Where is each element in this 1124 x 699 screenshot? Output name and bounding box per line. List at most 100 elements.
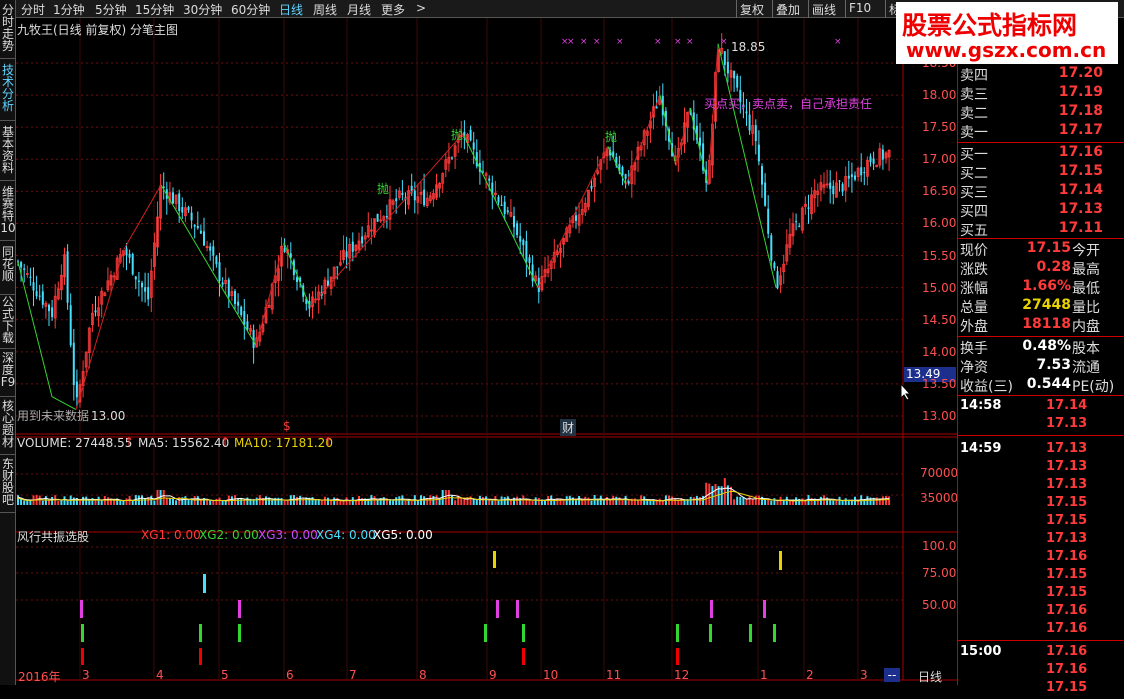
- tick-price: 17.13: [1046, 459, 1088, 474]
- more-arrow-icon[interactable]: >: [416, 1, 426, 15]
- toolbar-button[interactable]: F10: [849, 1, 871, 15]
- period-tab[interactable]: 月线: [347, 1, 371, 18]
- up-arrow-icon: ↑: [124, 435, 135, 449]
- tick-price: 17.15: [1046, 513, 1088, 528]
- watermark-ad: 股票公式指标网 www.gszx.com.cn: [896, 2, 1118, 64]
- svg-text:×: ×: [593, 37, 601, 47]
- period-tab[interactable]: 1分钟: [53, 1, 85, 18]
- tick-row: 14:58 17.14: [958, 398, 1124, 417]
- quote-label: 买四: [960, 204, 988, 220]
- period-tab[interactable]: 30分钟: [183, 1, 222, 18]
- date-tick: 1: [760, 668, 768, 682]
- sidebar-tab[interactable]: 基本资料: [0, 126, 16, 182]
- tick-row: 17.13: [958, 477, 1124, 496]
- sidebar-tab[interactable]: 东财股吧: [0, 458, 16, 514]
- sidebar-tab[interactable]: 同花顺: [0, 246, 16, 296]
- tick-row: 17.13: [958, 416, 1124, 436]
- tick-price: 17.15: [1046, 495, 1088, 510]
- quote-label: 卖一: [960, 125, 988, 141]
- toolbar-button[interactable]: 复权: [740, 1, 764, 18]
- svg-text:×: ×: [834, 37, 842, 47]
- sidebar-separator: [0, 512, 16, 513]
- divider: [958, 640, 1124, 641]
- quote-row: 现价 17.15 今开: [958, 240, 1124, 259]
- indicator-tick: 100.0: [922, 539, 957, 553]
- sidebar-tab[interactable]: 核心题材: [0, 400, 16, 456]
- quote-value: 0.544: [1026, 376, 1071, 392]
- tick-row: 17.13: [958, 459, 1124, 478]
- sidebar-tab[interactable]: 维赛特10: [0, 186, 16, 242]
- indicator-value: XG5: 0.00: [373, 528, 433, 542]
- quote-panel: 卖五卖四17.20卖三17.19卖二17.18卖一17.17买一17.16买二1…: [957, 18, 1124, 695]
- period-tab[interactable]: 更多: [381, 1, 405, 18]
- sidebar-tab[interactable]: 公式下载: [0, 296, 16, 350]
- low-price-label: 13.00: [91, 409, 126, 423]
- quote-label: 总量: [960, 300, 988, 316]
- period-tab[interactable]: 日线: [279, 1, 303, 18]
- dividend-marker[interactable]: $: [283, 419, 291, 433]
- date-tick: 7: [349, 668, 357, 682]
- tick-time: 15:00: [960, 644, 1002, 659]
- toolbar-separator: [736, 0, 737, 18]
- indicator-name[interactable]: 风行共振选股: [17, 528, 89, 545]
- period-tab[interactable]: 15分钟: [135, 1, 174, 18]
- volume-tick: 35000: [920, 491, 959, 505]
- financial-report-marker[interactable]: 财: [560, 419, 577, 436]
- tick-price: 17.16: [1046, 662, 1088, 677]
- quote-row: 买二 17.15: [958, 163, 1124, 182]
- toolbar-button[interactable]: 叠加: [776, 1, 800, 18]
- quote-row: 收益(三) 0.544 PE(动): [958, 376, 1124, 395]
- quote-row: 涨跌 0.28 最高: [958, 259, 1124, 278]
- price-tick: 16.00: [922, 216, 957, 231]
- divider: [958, 142, 1124, 143]
- quote-value: 17.18: [1058, 103, 1103, 119]
- period-tab[interactable]: 分时: [21, 1, 45, 18]
- quote-label-2: 流通: [1072, 360, 1100, 376]
- toolbar-separator: [845, 0, 846, 18]
- indicator-tick: 50.00: [922, 598, 957, 612]
- svg-text:×: ×: [674, 37, 682, 47]
- indicator-value: XG2: 0.00: [199, 528, 259, 542]
- tick-row: 17.15: [958, 585, 1124, 604]
- sidebar-separator: [0, 454, 16, 455]
- tick-time: 14:58: [960, 398, 1002, 413]
- tick-price: 17.16: [1046, 621, 1088, 636]
- quote-value: 0.48%: [1022, 338, 1071, 354]
- quote-label: 买三: [960, 185, 988, 201]
- period-tab[interactable]: 周线: [313, 1, 337, 18]
- high-price-label: 18.85: [731, 40, 766, 54]
- tick-row: 17.15: [958, 680, 1124, 699]
- period-button[interactable]: 日线: [918, 668, 942, 685]
- sidebar-tab[interactable]: 深度F9: [0, 352, 16, 398]
- divider: [958, 238, 1124, 239]
- kline-chart[interactable]: ×× × × × × × × × ×: [16, 18, 957, 685]
- chart-grid: [16, 18, 957, 681]
- quote-label: 净资: [960, 360, 988, 376]
- tick-price: 17.13: [1046, 416, 1088, 431]
- indicator-value: XG1: 0.00: [141, 528, 201, 542]
- quote-value: 7.53: [1036, 357, 1071, 373]
- quote-label: 涨跌: [960, 262, 988, 278]
- period-tab[interactable]: 5分钟: [95, 1, 127, 18]
- toolbar-button[interactable]: 画线: [812, 1, 836, 18]
- quote-label-2: 股本: [1072, 341, 1100, 357]
- tick-price: 17.15: [1046, 585, 1088, 600]
- quote-row: 净资 7.53 流通: [958, 357, 1124, 376]
- future-data-label: 用到未来数据: [17, 409, 90, 423]
- sidebar-tab[interactable]: 分时走势: [0, 4, 16, 60]
- scroll-button[interactable]: --: [884, 668, 900, 682]
- quote-row: 买四 17.13: [958, 201, 1124, 220]
- ad-title: 股票公式指标网: [902, 11, 1078, 40]
- divider: [958, 395, 1124, 396]
- tick-row: 17.15: [958, 495, 1124, 514]
- sidebar-tab[interactable]: 技术分析: [0, 64, 16, 122]
- toolbar-separator: [885, 0, 886, 18]
- sell-marker: 抛: [605, 130, 618, 144]
- toolbar-separator: [808, 0, 809, 18]
- quote-label: 买二: [960, 166, 988, 182]
- period-tab[interactable]: 60分钟: [231, 1, 270, 18]
- price-tick: 15.00: [922, 280, 957, 295]
- volume-label: VOLUME: 27448.55: [17, 436, 133, 450]
- chart-annotation: 买点买，卖点卖，自己承担责任: [704, 97, 873, 111]
- tick-row: 17.16: [958, 603, 1124, 622]
